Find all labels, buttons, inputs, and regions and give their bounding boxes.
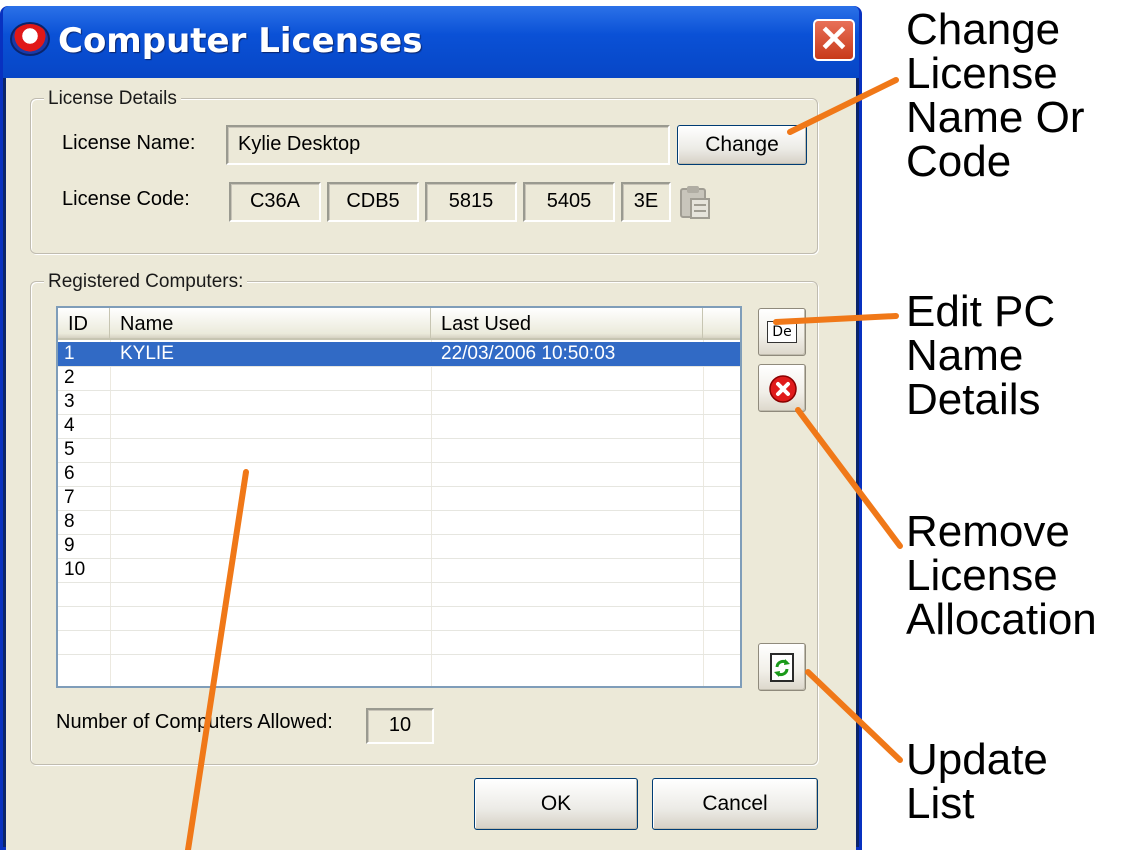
annotation-line: Code — [906, 137, 1012, 186]
annotation-line: List — [906, 779, 975, 828]
annotation-line: License — [906, 551, 1058, 600]
annotation-line: Details — [906, 375, 1041, 424]
annotation-line: Change — [906, 5, 1061, 54]
annotation-line: Name — [906, 331, 1024, 380]
callout-line-change — [787, 77, 899, 135]
annotation-line: Update — [906, 735, 1048, 784]
annotation-line: Allocation — [906, 595, 1097, 644]
annotation-update: Update List — [906, 738, 1048, 826]
annotation-edit: Edit PC Name Details — [906, 290, 1055, 422]
annotation-change: Change License Name Or Code — [906, 8, 1084, 184]
callout-line-update — [805, 669, 903, 763]
annotation-remove: Remove License Allocation — [906, 510, 1097, 642]
annotation-line: Name Or — [906, 93, 1085, 142]
annotation-line: License — [906, 49, 1058, 98]
callout-line-remove — [795, 407, 903, 549]
annotation-line: Remove — [906, 507, 1070, 556]
annotation-line: Edit PC — [906, 287, 1056, 336]
callout-line-list — [185, 469, 249, 850]
callout-line-edit — [773, 313, 899, 325]
